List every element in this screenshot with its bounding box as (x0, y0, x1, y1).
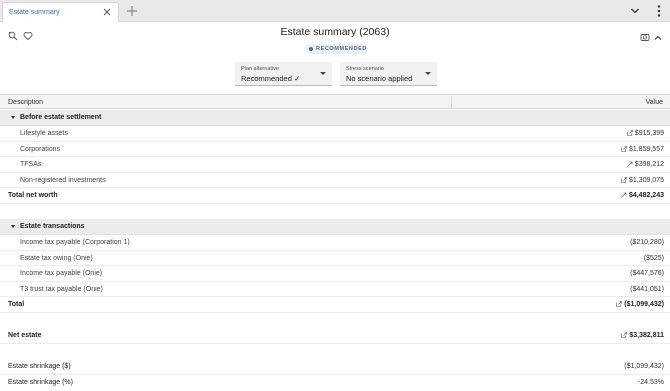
chevron-down-icon[interactable] (630, 6, 640, 16)
row-label: Estate tax owing (Onie) (20, 254, 93, 262)
table-row: Estate tax owing (Onie) ($525) (0, 251, 670, 266)
column-divider (451, 96, 452, 108)
net-estate-row: Net estate $3,382,811 (0, 328, 670, 344)
trend-arrow-icon[interactable] (621, 192, 627, 198)
row-value-text: $3,382,811 (629, 332, 664, 339)
tab-label: Estate summary (9, 9, 60, 16)
badge-label: RECOMMENDED (316, 46, 367, 52)
trend-arrow-icon[interactable] (627, 161, 633, 167)
stress-scenario-select[interactable]: Stress scenario No scenario applied (340, 62, 437, 86)
shrinkage-percent-row: Estate shrinkage (%) -24.53% (0, 375, 670, 391)
row-value[interactable]: $398,212 (627, 161, 664, 168)
total-row: Total ($1,099,432) (0, 297, 670, 313)
caret-down-icon[interactable] (11, 116, 15, 119)
section-header-estate-transactions[interactable]: Estate transactions (0, 219, 670, 235)
page-title: Estate summary (2063) (280, 26, 390, 38)
plan-alternative-label: Plan alternative (241, 66, 279, 72)
external-link-icon[interactable] (621, 176, 627, 183)
row-value-text: $915,399 (634, 130, 664, 137)
row-label: Total net worth (8, 192, 58, 199)
row-value[interactable]: $4,482,243 (621, 192, 664, 199)
section-title: Estate transactions (20, 223, 85, 230)
row-value[interactable]: $1,309,075 (621, 177, 664, 184)
shrinkage-dollars-row: Estate shrinkage ($) ($1,099,432) (0, 359, 670, 375)
external-link-icon[interactable] (626, 130, 633, 136)
external-link-icon[interactable] (621, 145, 627, 152)
row-value[interactable]: $3,382,811 (621, 332, 664, 339)
row-label: Total (8, 301, 25, 308)
table-row: Lifestyle assets $915,399 (0, 126, 670, 142)
row-value-text: $4,482,243 (628, 192, 664, 199)
table-row: T3 trust tax payable (Onie) ($441,051) (0, 282, 670, 297)
row-value-text: ($1,099,432) (624, 301, 664, 308)
row-label: Non-registered investments (20, 176, 106, 184)
row-value-text: -24.53% (637, 378, 664, 386)
table-row: TFSAs $398,212 (0, 157, 670, 173)
row-value-text: $1,309,075 (628, 176, 664, 184)
row-label: Estate shrinkage (%) (8, 378, 73, 386)
total-row: Total net worth $4,482,243 (0, 188, 670, 204)
table-row: Income tax payable (Corporation 1) ($210… (0, 235, 670, 251)
stress-scenario-label: Stress scenario (346, 66, 384, 72)
row-label: Corporations (20, 145, 61, 153)
row-value[interactable]: $915,399 (626, 130, 664, 137)
tab-strip: Estate summary (0, 0, 670, 22)
table-row: Non-registered investments $1,309,075 (0, 173, 670, 188)
row-label: T3 trust tax payable (Onie) (20, 285, 103, 293)
caret-down-icon[interactable] (11, 225, 15, 228)
badge-dot (309, 47, 313, 51)
column-header-value[interactable]: Value (646, 99, 663, 106)
external-link-icon[interactable] (621, 332, 628, 338)
caret-down-icon (320, 72, 326, 75)
plan-alternative-value: Recommended ✓ (241, 73, 301, 83)
row-value-text: ($447,576) (630, 270, 664, 277)
close-icon[interactable] (102, 7, 112, 17)
table-header: Description Value (0, 94, 670, 109)
caret-down-icon (425, 72, 431, 75)
section-title: Before estate settlement (20, 114, 102, 121)
row-value[interactable]: $1,859,557 (621, 146, 664, 153)
column-header-description[interactable]: Description (8, 99, 43, 106)
status-badge: RECOMMENDED (304, 44, 368, 54)
row-label: Net estate (8, 332, 42, 339)
row-value-text: ($441,051) (630, 285, 664, 293)
row-label: Income tax payable (Corporation 1) (20, 239, 130, 246)
row-value-text: $398,212 (634, 161, 664, 168)
row-label: Estate shrinkage ($) (8, 363, 71, 370)
row-value-text: ($210,280) (630, 239, 664, 246)
row-value[interactable]: ($1,099,432) (616, 301, 664, 308)
tab-estate-summary[interactable]: Estate summary (2, 2, 119, 22)
plus-icon[interactable] (126, 5, 138, 17)
row-value-text: ($1,099,432) (624, 363, 664, 370)
table-row: Corporations $1,859,557 (0, 142, 670, 157)
row-label: Income tax payable (Onie) (20, 270, 103, 277)
plan-alternative-select[interactable]: Plan alternative Recommended ✓ (235, 62, 332, 86)
row-value-text: $1,859,557 (628, 145, 664, 153)
section-header-before-settlement[interactable]: Before estate settlement (0, 110, 670, 126)
row-value-text: ($525) (643, 254, 664, 262)
more-vertical-icon[interactable] (656, 4, 662, 18)
table-row: Income tax payable (Onie) ($447,576) (0, 266, 670, 282)
row-label: TFSAs (20, 161, 42, 168)
external-link-icon[interactable] (616, 301, 623, 307)
row-label: Lifestyle assets (20, 130, 68, 137)
stress-scenario-value: No scenario applied (346, 73, 413, 83)
